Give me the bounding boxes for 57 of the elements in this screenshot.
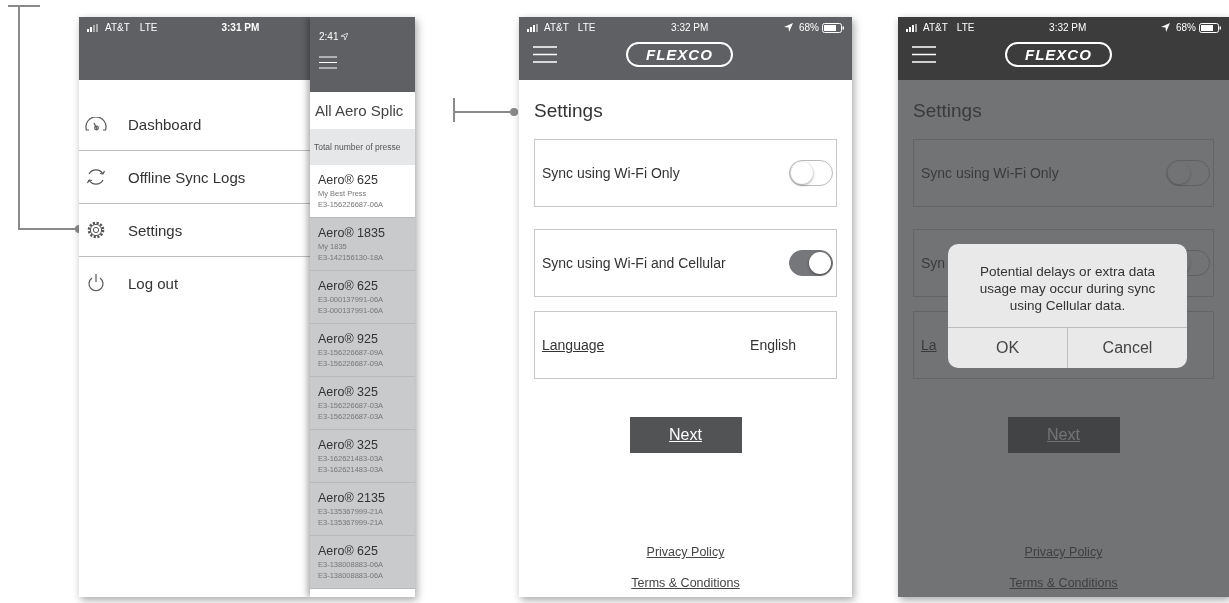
setting-label: Sync using Wi-Fi and Cellular xyxy=(542,255,727,271)
carrier-label: AT&T xyxy=(105,22,130,33)
footer-link[interactable]: Privacy Policy xyxy=(646,545,725,559)
page-title: Settings xyxy=(534,99,604,123)
page-title: Settings xyxy=(913,99,983,123)
location-icon xyxy=(1160,23,1170,32)
menu-icon[interactable] xyxy=(533,46,557,63)
signal-icon xyxy=(87,23,101,32)
logo: FLEXCO xyxy=(626,42,733,67)
press-name: Aero® 2135 xyxy=(318,491,386,505)
alert-message: Potential delays or extra data usage may occur during sync using Cellular data. xyxy=(978,263,1157,315)
press-name: Aero® 1835 xyxy=(318,226,386,240)
status-time: 3:32 PM xyxy=(1049,22,1087,33)
press-name: Aero® 625 xyxy=(318,279,379,293)
list-summary: Total number of presse xyxy=(310,129,415,165)
network-label: LTE xyxy=(956,22,975,33)
press-name: Aero® 925 xyxy=(318,332,379,346)
battery-icon xyxy=(822,22,844,33)
toggle-switch[interactable] xyxy=(789,250,833,276)
alert-button[interactable]: Cancel xyxy=(1067,327,1187,368)
carrier-label: AT&T xyxy=(923,22,948,33)
status-time: 3:31 PM xyxy=(221,22,260,33)
press-name: Aero® 325 xyxy=(318,385,379,399)
alert-button[interactable]: OK xyxy=(948,327,1067,368)
press-name: Aero® 625 xyxy=(318,173,379,187)
toggle-switch[interactable] xyxy=(789,160,833,186)
menu-icon[interactable] xyxy=(912,46,936,63)
gear-icon xyxy=(85,220,107,240)
list-title: All Aero Splic xyxy=(314,101,405,121)
signal-icon xyxy=(906,23,920,32)
battery-percent: 68% xyxy=(1175,22,1196,33)
power-icon xyxy=(85,273,107,293)
network-label: LTE xyxy=(139,22,158,33)
signal-icon xyxy=(527,23,541,32)
status-time: 3:32 PM xyxy=(671,22,709,33)
press-name: Aero® 625 xyxy=(318,544,379,558)
setting-label: Sync using Wi-Fi Only xyxy=(542,165,681,181)
location-icon xyxy=(783,23,793,32)
callout-line xyxy=(453,97,519,123)
carrier-label: AT&T xyxy=(544,22,569,33)
setting-label: Syn xyxy=(921,255,947,271)
language-link[interactable]: Language xyxy=(542,337,751,353)
setting-label: Sync using Wi-Fi Only xyxy=(921,165,1060,181)
gauge-icon xyxy=(85,117,107,131)
language-value: English xyxy=(750,337,796,353)
menu-item[interactable]: Log out xyxy=(79,257,310,309)
menu-icon[interactable] xyxy=(319,56,337,69)
next-button[interactable]: Next xyxy=(629,417,742,453)
footer-link[interactable]: Terms & Conditions xyxy=(631,576,740,590)
status-time: 2:41 xyxy=(319,31,339,42)
battery-percent: 68% xyxy=(798,22,819,33)
network-label: LTE xyxy=(577,22,596,33)
sync-icon xyxy=(85,167,107,187)
battery-icon xyxy=(1199,22,1221,33)
logo: FLEXCO xyxy=(1005,42,1112,67)
press-name: Aero® 325 xyxy=(318,438,379,452)
location-icon xyxy=(341,33,349,40)
